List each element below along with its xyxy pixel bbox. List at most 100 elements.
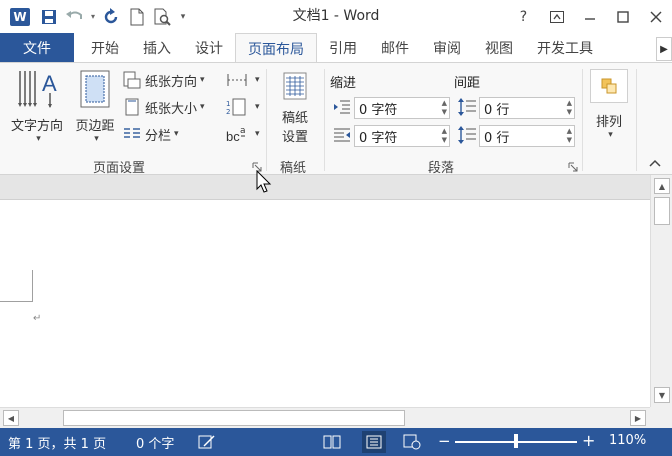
manuscript-group-label: 稿纸 <box>280 161 307 176</box>
web-layout-icon <box>403 434 421 450</box>
print-layout-icon <box>366 435 382 449</box>
title-bar: W ▾ ▾ 文档1 - Word ? <box>0 0 672 33</box>
margins-dropdown-icon: ▾ <box>94 134 99 144</box>
size-icon <box>123 98 141 116</box>
tab-design[interactable]: 设计 <box>183 33 235 62</box>
separator <box>266 69 267 171</box>
print-preview-button[interactable] <box>150 4 176 30</box>
columns-button[interactable]: 分栏 ▾ <box>123 123 179 145</box>
close-icon <box>650 11 661 22</box>
breaks-dropdown-icon: ▾ <box>255 75 260 85</box>
zoom-level[interactable]: 110% <box>609 433 646 448</box>
scroll-right-button[interactable]: ▶ <box>630 410 646 426</box>
ruler-area <box>0 175 650 200</box>
scroll-down-button[interactable]: ▼ <box>654 387 670 403</box>
tab-references[interactable]: 引用 <box>317 33 369 62</box>
zoom-out-button[interactable]: − <box>438 432 451 450</box>
tab-insert[interactable]: 插入 <box>131 33 183 62</box>
arrange-icon <box>590 69 628 103</box>
word-count-status[interactable]: 0 个字 <box>136 433 174 452</box>
dialog-launcher-icon <box>568 162 578 172</box>
vertical-scrollbar[interactable]: ▲ ▼ <box>650 175 672 407</box>
document-canvas[interactable]: ↵ <box>0 200 650 407</box>
columns-label: 分栏 <box>145 128 172 144</box>
indent-left-value: 0 字符 <box>359 102 398 118</box>
text-direction-icon: A <box>18 71 57 108</box>
vertical-scroll-thumb[interactable] <box>654 197 670 225</box>
undo-button[interactable] <box>62 4 88 30</box>
word-logo-icon[interactable]: W <box>10 7 30 26</box>
quick-access-toolbar: W ▾ ▾ <box>0 0 190 33</box>
manuscript-settings-button[interactable]: 稿纸 设置 <box>272 71 318 145</box>
ribbon-display-options-button[interactable] <box>540 0 573 33</box>
indent-right-input[interactable]: 0 字符 ▲ ▼ <box>354 125 450 147</box>
tab-mailings[interactable]: 邮件 <box>369 33 421 62</box>
web-layout-button[interactable] <box>403 433 421 451</box>
help-button[interactable]: ? <box>507 0 540 33</box>
indent-left-input[interactable]: 0 字符 ▲ ▼ <box>354 97 450 119</box>
tab-page-layout[interactable]: 页面布局 <box>235 33 317 63</box>
zoom-slider-thumb[interactable] <box>514 434 518 448</box>
tab-file[interactable]: 文件 <box>0 33 74 62</box>
text-direction-button[interactable]: A 文字方向 ▾ <box>6 69 68 144</box>
separator <box>636 69 637 171</box>
save-button[interactable] <box>36 4 62 30</box>
indent-title: 缩进 <box>330 76 357 91</box>
svg-text:A: A <box>42 71 57 96</box>
horizontal-scroll-thumb[interactable] <box>63 410 405 426</box>
redo-icon <box>104 7 118 23</box>
margins-button[interactable]: 页边距 ▾ <box>70 69 120 144</box>
spacing-before-spinner-icon[interactable]: ▲ ▼ <box>567 99 572 117</box>
undo-dropdown[interactable]: ▾ <box>88 4 98 30</box>
scrollbar-corner <box>650 407 672 428</box>
tab-home[interactable]: 开始 <box>74 33 131 62</box>
print-layout-button[interactable] <box>362 431 386 453</box>
scroll-left-button[interactable]: ◀ <box>3 410 19 426</box>
spacing-before-input[interactable]: 0 行 ▲ ▼ <box>479 97 575 119</box>
tab-review[interactable]: 审阅 <box>421 33 473 62</box>
tab-scroll-right-button[interactable]: ▶ <box>656 37 672 61</box>
collapse-ribbon-button[interactable] <box>648 157 662 171</box>
line-numbers-button[interactable]: 12 ▾ <box>226 96 260 118</box>
indent-right-icon <box>333 128 351 146</box>
margin-corner-mark <box>32 270 33 302</box>
separator <box>324 69 325 171</box>
orientation-icon <box>123 71 141 89</box>
hyphenation-button[interactable]: bc a ▾ <box>226 123 260 145</box>
arrange-button[interactable]: 排列 ▾ <box>588 69 630 140</box>
hyphenation-icon: bc a <box>226 125 248 143</box>
size-button[interactable]: 纸张大小 ▾ <box>123 96 205 118</box>
minimize-button[interactable] <box>573 0 606 33</box>
horizontal-scrollbar[interactable]: ◀ ▶ <box>0 407 650 428</box>
read-mode-button[interactable] <box>323 433 341 451</box>
size-dropdown-icon: ▾ <box>200 102 205 112</box>
page-count-status[interactable]: 第 1 页，共 1 页 <box>8 433 106 452</box>
arrange-label: 排列 <box>595 115 622 130</box>
close-button[interactable] <box>639 0 672 33</box>
proofing-status-button[interactable] <box>198 433 216 451</box>
spacing-after-spinner-icon[interactable]: ▲ ▼ <box>567 127 572 145</box>
read-mode-icon <box>323 435 341 449</box>
scroll-up-button[interactable]: ▲ <box>654 178 670 194</box>
indent-left-spinner-icon[interactable]: ▲ ▼ <box>442 99 447 117</box>
customize-qat-dropdown[interactable]: ▾ <box>176 4 190 30</box>
tab-developer[interactable]: 开发工具 <box>525 33 593 62</box>
svg-text:2: 2 <box>226 108 230 116</box>
new-document-button[interactable] <box>124 4 150 30</box>
spacing-after-input[interactable]: 0 行 ▲ ▼ <box>479 125 575 147</box>
size-label: 纸张大小 <box>145 101 198 117</box>
tab-view[interactable]: 视图 <box>473 33 525 62</box>
maximize-button[interactable] <box>606 0 639 33</box>
paragraph-mark: ↵ <box>33 313 42 324</box>
indent-right-spinner-icon[interactable]: ▲ ▼ <box>442 127 447 145</box>
orientation-dropdown-icon: ▾ <box>200 75 205 85</box>
orientation-button[interactable]: 纸张方向 ▾ <box>123 69 205 91</box>
indent-right-value: 0 字符 <box>359 130 398 146</box>
redo-button[interactable] <box>98 4 124 30</box>
undo-icon <box>66 10 82 19</box>
paragraph-dialog-launcher[interactable] <box>568 162 578 172</box>
zoom-in-button[interactable]: + <box>582 431 595 450</box>
margin-corner-mark <box>0 301 33 302</box>
breaks-button[interactable]: ▾ <box>226 69 260 91</box>
spacing-after-icon <box>457 126 477 148</box>
